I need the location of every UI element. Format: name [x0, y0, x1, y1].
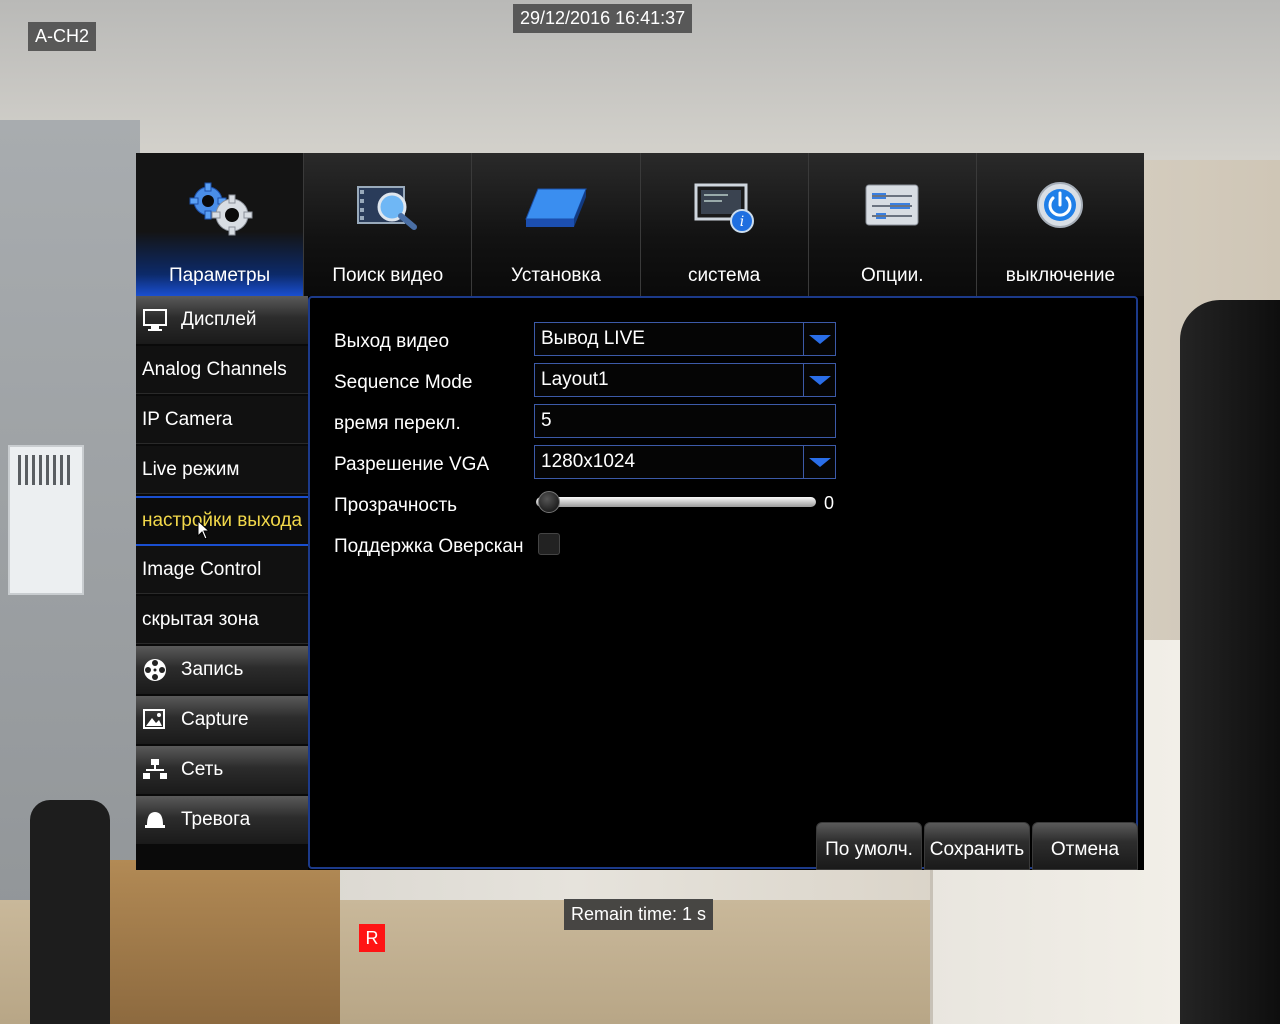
sidebar-item-network[interactable]: Сеть — [136, 746, 308, 794]
cancel-button[interactable]: Отмена — [1032, 822, 1138, 870]
sidebar-item-analog-channels[interactable]: Analog Channels — [136, 346, 308, 394]
video-output-select[interactable]: Вывод LIVE — [534, 322, 836, 356]
sidebar-item-image-control[interactable]: Image Control — [136, 546, 308, 594]
tab-label: Параметры — [168, 265, 271, 286]
top-tab-bar: Параметры Поиск видео Установка i систем… — [136, 153, 1144, 296]
transparency-slider-track[interactable] — [536, 497, 816, 507]
channel-label: A-CH2 — [28, 22, 97, 51]
transparency-slider-handle[interactable] — [538, 491, 560, 513]
sidebar-item-label: Дисплей — [181, 309, 257, 330]
sidebar-item-label: Запись — [181, 659, 244, 680]
sidebar-item-label: Live режим — [142, 458, 240, 480]
tab-video-search[interactable]: Поиск видео — [304, 153, 473, 296]
settings-menu-window: Параметры Поиск видео Установка i систем… — [136, 153, 1144, 870]
sidebar-item-label: скрытая зона — [142, 608, 259, 630]
tab-shutdown[interactable]: выключение — [977, 153, 1144, 296]
switch-time-value: 5 — [541, 410, 552, 431]
sidebar-item-label: настройки выхода — [142, 510, 303, 531]
chevron-down-icon[interactable] — [803, 446, 835, 478]
output-settings-panel: Выход видео Вывод LIVE Sequence Mode Lay… — [308, 296, 1138, 869]
sidebar-item-label: IP Camera — [142, 408, 233, 430]
switch-time-label: время перекл. — [334, 413, 461, 434]
cancel-button-label: Отмена — [1050, 839, 1120, 860]
vga-resolution-value: 1280x1024 — [541, 451, 636, 472]
sidebar-item-label: Analog Channels — [142, 358, 287, 380]
overscan-label: Поддержка Оверскан — [334, 536, 524, 557]
sidebar-item-display[interactable]: Дисплей — [136, 296, 308, 344]
save-button[interactable]: Сохранить — [924, 822, 1030, 870]
monitor-info-icon: i — [694, 183, 755, 233]
chevron-down-icon[interactable] — [803, 364, 835, 396]
video-output-value: Вывод LIVE — [541, 328, 645, 349]
sidebar-item-record[interactable]: Запись — [136, 646, 308, 694]
tab-setup[interactable]: Установка — [472, 153, 641, 296]
hard-drive-icon — [525, 188, 587, 227]
cabinet — [100, 860, 340, 1024]
alarm-bell-icon — [145, 812, 165, 828]
vga-resolution-select[interactable]: 1280x1024 — [534, 445, 836, 479]
tab-system[interactable]: i система — [641, 153, 809, 296]
default-button-label: По умолч. — [825, 839, 913, 860]
coat-rack — [1180, 300, 1280, 1024]
video-output-label: Выход видео — [334, 331, 450, 352]
sidebar-item-label: Сеть — [181, 759, 224, 780]
record-indicator: R — [359, 924, 385, 952]
transparency-value: 0 — [824, 493, 835, 513]
sequence-mode-label: Sequence Mode — [334, 372, 473, 393]
sidebar-item-label: Тревога — [181, 809, 251, 830]
sidebar-item-alarm[interactable]: Тревога — [136, 796, 308, 844]
datetime-label: 29/12/2016 16:41:37 — [513, 4, 693, 33]
sliders-icon — [865, 184, 919, 226]
sequence-mode-value: Layout1 — [541, 369, 609, 390]
sidebar-item-output-settings[interactable]: настройки выхода — [136, 496, 308, 546]
tab-parameters[interactable]: Параметры — [136, 153, 305, 296]
sidebar: Дисплей Analog Channels IP Camera Live р… — [136, 296, 308, 870]
tab-options[interactable]: Опции. — [809, 153, 977, 296]
sequence-mode-select[interactable]: Layout1 — [534, 363, 836, 397]
tab-label: Установка — [511, 265, 601, 286]
tab-label: система — [687, 265, 761, 286]
overscan-checkbox[interactable] — [538, 533, 560, 555]
tab-label: выключение — [1005, 265, 1116, 286]
sidebar-item-ip-camera[interactable]: IP Camera — [136, 396, 308, 444]
sidebar-item-privacy-zone[interactable]: скрытая зона — [136, 596, 308, 644]
sidebar-item-label: Image Control — [142, 558, 262, 580]
transparency-label: Прозрачность — [334, 495, 458, 516]
office-chair — [30, 800, 110, 1024]
tab-label: Поиск видео — [332, 265, 444, 286]
picture-icon — [143, 709, 165, 729]
sidebar-item-live-mode[interactable]: Live режим — [136, 446, 308, 494]
sidebar-item-capture[interactable]: Capture — [136, 696, 308, 744]
default-button[interactable]: По умолч. — [816, 822, 922, 870]
chevron-down-icon[interactable] — [803, 323, 835, 355]
mouse-cursor-icon — [197, 520, 209, 540]
svg-text:i: i — [740, 214, 744, 230]
film-search-icon — [356, 186, 417, 230]
remain-time-label: Remain time: 1 s — [564, 899, 714, 930]
sidebar-item-label: Capture — [181, 709, 249, 730]
film-reel-icon — [144, 659, 166, 681]
save-button-label: Сохранить — [929, 839, 1025, 860]
switch-time-input[interactable]: 5 — [534, 404, 836, 438]
power-icon — [1037, 182, 1084, 228]
monitor-icon — [143, 309, 167, 331]
wall-heater — [8, 445, 84, 595]
network-icon — [143, 759, 167, 779]
vga-resolution-label: Разрешение VGA — [334, 454, 490, 475]
tab-label: Опции. — [861, 265, 924, 286]
gears-icon — [189, 182, 253, 236]
